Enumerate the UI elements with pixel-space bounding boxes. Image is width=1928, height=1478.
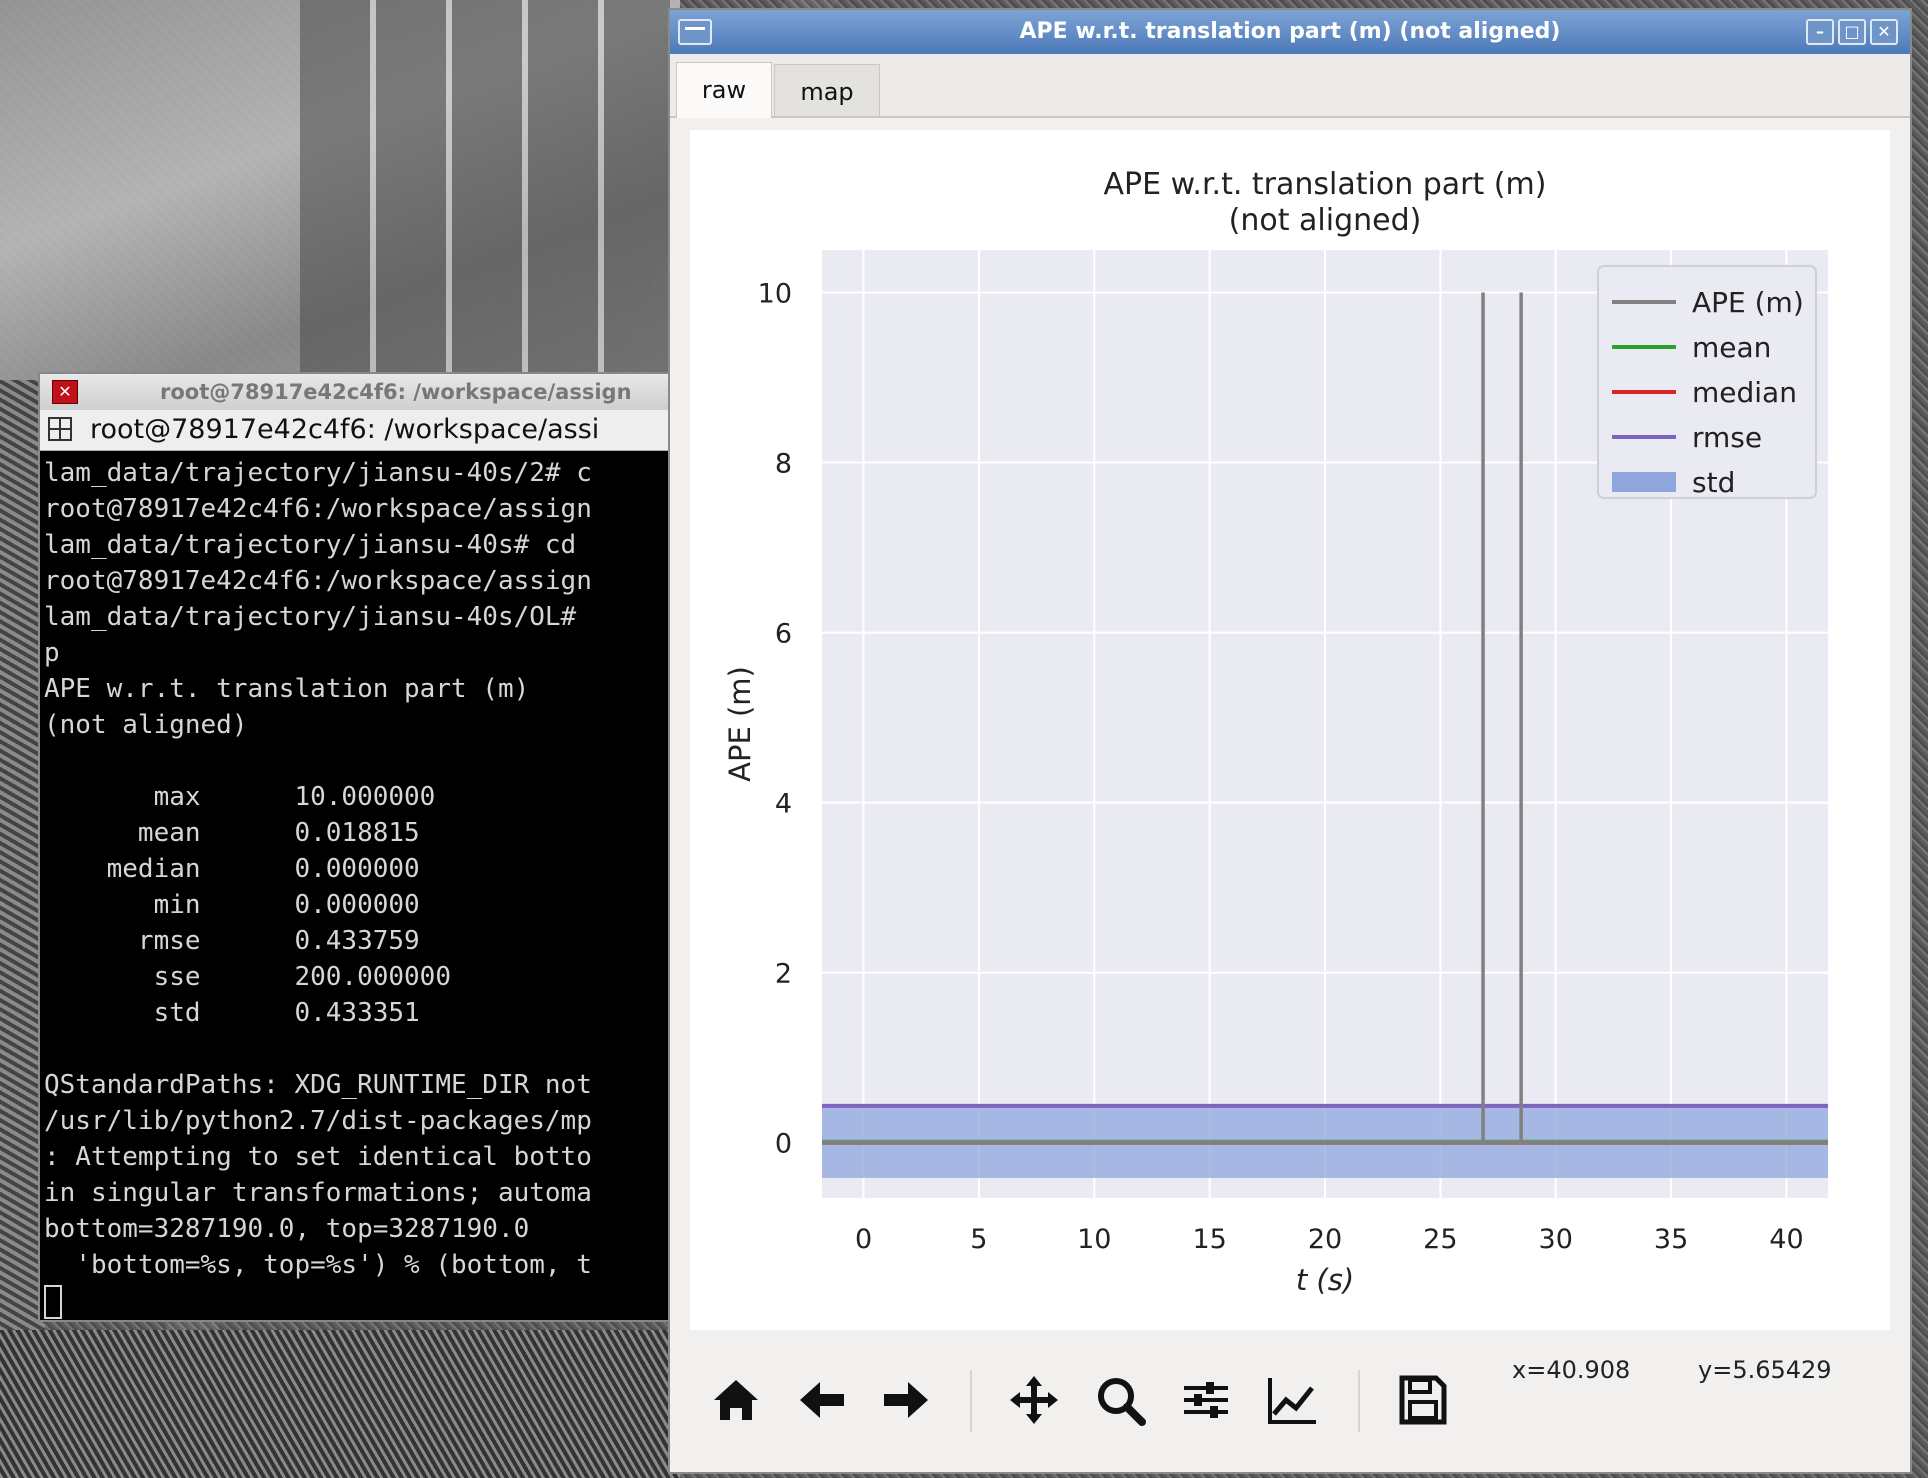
legend-swatch-std: [1612, 472, 1676, 492]
plot-window[interactable]: APE w.r.t. translation part (m) (not ali…: [668, 8, 1912, 1474]
y-tick-label: 0: [775, 1129, 792, 1160]
terminal-output[interactable]: lam_data/trajectory/jiansu-40s/2# c root@…: [40, 451, 676, 1319]
terminal-line: min 0.000000: [44, 890, 420, 920]
terminal-line: sse 200.000000: [44, 962, 451, 992]
tab-bar: raw map: [670, 54, 1910, 118]
terminal-line: lam_data/trajectory/jiansu-40s# cd: [44, 530, 592, 560]
terminal-line: root@78917e42c4f6:/workspace/assign: [44, 566, 592, 596]
terminal-line: in singular transformations; automa: [44, 1178, 592, 1208]
configure-subplots-icon[interactable]: [1176, 1370, 1236, 1430]
terminal-line: lam_data/trajectory/jiansu-40s/2# c: [44, 458, 592, 488]
terminal-line: bottom=3287190.0, top=3287190.0: [44, 1214, 530, 1244]
legend-entry: rmse: [1692, 421, 1762, 454]
legend-entry: mean: [1692, 331, 1771, 364]
plot-canvas[interactable]: 0 5 10 15 20 25 30 35 40 0 2 4 6 8 10 APE w.r.t. tran…: [690, 130, 1890, 1330]
pan-move-icon[interactable]: [1004, 1370, 1064, 1430]
x-tick-label: 20: [1308, 1224, 1342, 1255]
terminal-line: APE w.r.t. translation part (m): [44, 674, 530, 704]
terminal-close-button[interactable]: ✕: [52, 380, 78, 404]
y-tick-label: 8: [775, 449, 792, 480]
ape-chart[interactable]: 0 5 10 15 20 25 30 35 40 0 2 4 6 8 10 APE w.r.t. tran…: [690, 130, 1890, 1330]
x-tick-label: 25: [1423, 1224, 1457, 1255]
x-tick-label: 15: [1192, 1224, 1226, 1255]
y-tick-label: 10: [758, 279, 792, 310]
toolbar-separator: [970, 1370, 972, 1432]
matplotlib-toolbar: x=40.908 y=5.65429: [670, 1330, 1910, 1472]
terminal-line: lam_data/trajectory/jiansu-40s/OL#: [44, 602, 592, 632]
x-tick-label: 30: [1539, 1224, 1573, 1255]
zoom-magnifier-icon[interactable]: [1090, 1370, 1150, 1430]
save-disk-icon[interactable]: [1392, 1370, 1452, 1430]
y-tick-label: 2: [775, 959, 792, 990]
terminal-cursor: [44, 1285, 62, 1319]
terminal-tab-label: root@78917e42c4f6: /workspace/assi: [90, 414, 600, 445]
chart-legend[interactable]: APE (m) mean median rmse std: [1597, 265, 1817, 499]
y-tick-label: 4: [775, 789, 792, 820]
terminal-tab-icon: [48, 417, 72, 441]
edit-axis-icon[interactable]: [1262, 1370, 1322, 1430]
terminal-line: median 0.000000: [44, 854, 420, 884]
maximize-button[interactable]: □: [1838, 19, 1866, 45]
x-tick-label: 5: [970, 1224, 987, 1255]
close-button[interactable]: ✕: [1870, 19, 1898, 45]
x-axis-label: t (s): [1296, 1263, 1354, 1297]
home-icon[interactable]: [706, 1370, 766, 1430]
terminal-prompt-line[interactable]: [44, 1283, 676, 1319]
toolbar-separator: [1358, 1370, 1360, 1432]
legend-entry: median: [1692, 376, 1797, 409]
y-tick-label: 6: [775, 619, 792, 650]
chart-title-line-2: (not aligned): [1229, 203, 1422, 238]
y-axis-label: APE (m): [723, 666, 757, 782]
forward-arrow-icon[interactable]: [876, 1370, 936, 1430]
back-arrow-icon[interactable]: [792, 1370, 852, 1430]
terminal-line: mean 0.018815: [44, 818, 420, 848]
terminal-titlebar[interactable]: ✕ root@78917e42c4f6: /workspace/assign: [40, 374, 676, 410]
terminal-title: root@78917e42c4f6: /workspace/assign: [160, 380, 632, 404]
wallpaper-lanes: [300, 0, 670, 380]
terminal-tab[interactable]: root@78917e42c4f6: /workspace/assi: [40, 410, 676, 451]
x-tick-label: 10: [1077, 1224, 1111, 1255]
x-tick-label: 0: [855, 1224, 872, 1255]
terminal-line: root@78917e42c4f6:/workspace/assign: [44, 494, 592, 524]
legend-entry: std: [1692, 466, 1735, 499]
terminal-line: 'bottom=%s, top=%s') % (bottom, t: [44, 1250, 592, 1280]
terminal-line: (not aligned): [44, 710, 248, 740]
tab-map[interactable]: map: [774, 64, 880, 116]
terminal-line: : Attempting to set identical botto: [44, 1142, 592, 1172]
cursor-x-readout: x=40.908: [1512, 1356, 1631, 1384]
plot-window-title: APE w.r.t. translation part (m) (not ali…: [1019, 19, 1561, 44]
wallpaper-ground-bottom: [0, 1330, 680, 1478]
terminal-window[interactable]: ✕ root@78917e42c4f6: /workspace/assign r…: [38, 372, 678, 1322]
terminal-line: std 0.433351: [44, 998, 420, 1028]
cursor-y-readout: y=5.65429: [1698, 1356, 1832, 1384]
terminal-line: QStandardPaths: XDG_RUNTIME_DIR not: [44, 1070, 592, 1100]
terminal-line: max 10.000000: [44, 782, 436, 812]
chart-title-line-1: APE w.r.t. translation part (m): [1104, 167, 1547, 202]
x-tick-label: 35: [1654, 1224, 1688, 1255]
terminal-line: /usr/lib/python2.7/dist-packages/mp: [44, 1106, 592, 1136]
legend-entry: APE (m): [1692, 286, 1804, 319]
plot-window-titlebar[interactable]: APE w.r.t. translation part (m) (not ali…: [670, 10, 1910, 54]
terminal-line: p: [44, 638, 60, 668]
tab-raw[interactable]: raw: [676, 62, 772, 118]
x-tick-labels: 0 5 10 15 20 25 30 35 40: [855, 1224, 1804, 1255]
y-tick-labels: 0 2 4 6 8 10: [758, 279, 792, 1160]
terminal-line: rmse 0.433759: [44, 926, 420, 956]
window-menu-button[interactable]: [678, 19, 712, 45]
minimize-button[interactable]: –: [1806, 19, 1834, 45]
x-tick-label: 40: [1769, 1224, 1803, 1255]
